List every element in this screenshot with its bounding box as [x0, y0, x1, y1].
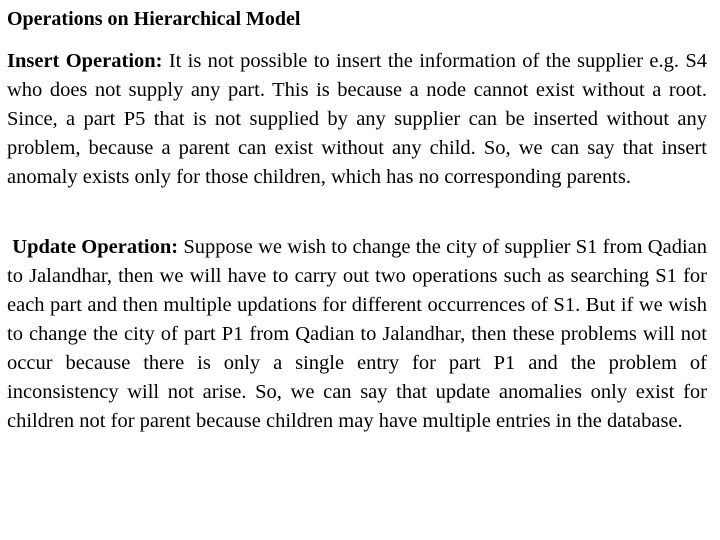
update-operation-body: Suppose we wish to change the city of su…: [7, 236, 707, 432]
slide-title: Operations on Hierarchical Model: [7, 8, 301, 30]
update-operation-heading: Update Operation:: [12, 236, 179, 258]
insert-operation-heading: Insert Operation:: [7, 50, 163, 72]
insert-operation-paragraph: Insert Operation: It is not possible to …: [7, 47, 707, 192]
update-operation-paragraph: Update Operation: Suppose we wish to cha…: [7, 233, 707, 436]
